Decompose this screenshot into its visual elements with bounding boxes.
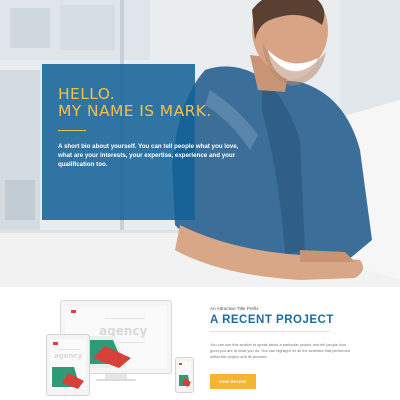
phone-mockup bbox=[175, 357, 194, 393]
project-description: You can use this section to speak about … bbox=[210, 342, 350, 359]
project-divider bbox=[210, 331, 330, 332]
hero-greeting: HELLO. MY NAME IS MARK. bbox=[58, 86, 218, 120]
mockup-graphic bbox=[52, 367, 84, 389]
project-title-prefix: An Attractive Title Prefix bbox=[210, 306, 259, 311]
phone-mockup-screen bbox=[178, 362, 191, 387]
mockup-graphic bbox=[179, 375, 191, 387]
hero-bio: A short bio about yourself. You can tell… bbox=[58, 143, 239, 169]
hero-divider bbox=[58, 130, 86, 131]
desktop-mockup-base bbox=[96, 379, 136, 381]
hero-greeting-line-2: MY NAME IS MARK. bbox=[58, 102, 212, 120]
hero-section: HELLO. MY NAME IS MARK. A short bio abou… bbox=[0, 0, 400, 287]
project-title: A RECENT PROJECT bbox=[210, 314, 334, 326]
hero-greeting-line-1: HELLO. bbox=[58, 85, 116, 103]
tablet-mockup: agency bbox=[46, 334, 90, 396]
tablet-mockup-screen: agency bbox=[50, 339, 86, 389]
view-recent-button[interactable]: VIEW RECENT bbox=[210, 374, 256, 389]
